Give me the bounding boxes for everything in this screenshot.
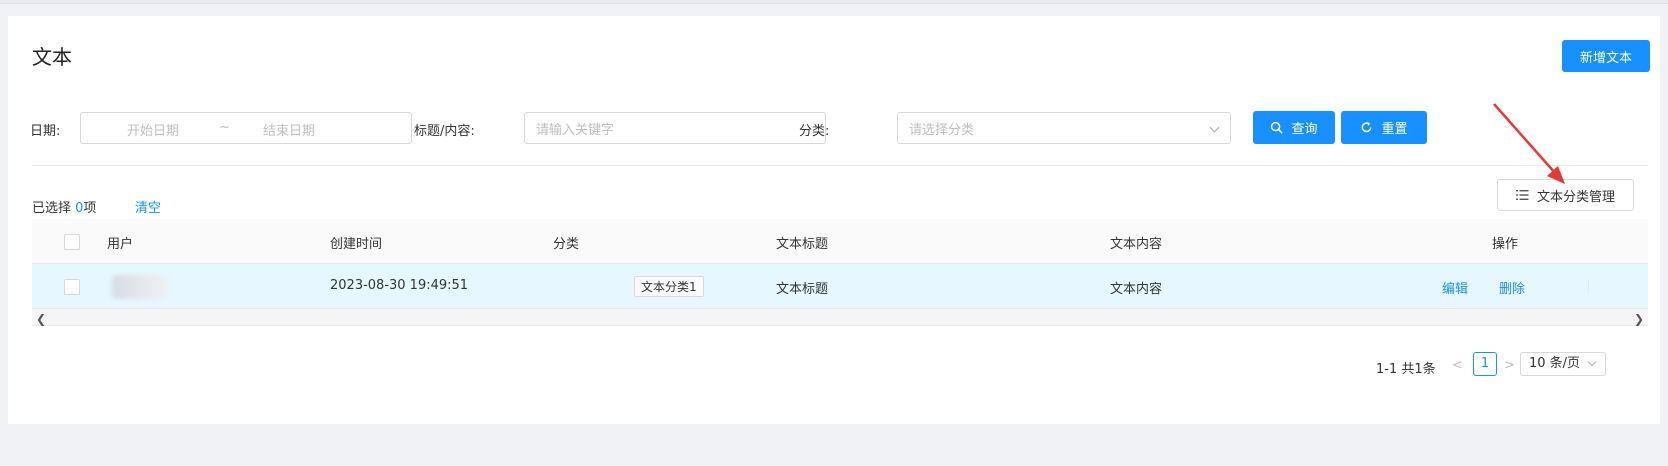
annotation-arrow [1493, 103, 1565, 184]
